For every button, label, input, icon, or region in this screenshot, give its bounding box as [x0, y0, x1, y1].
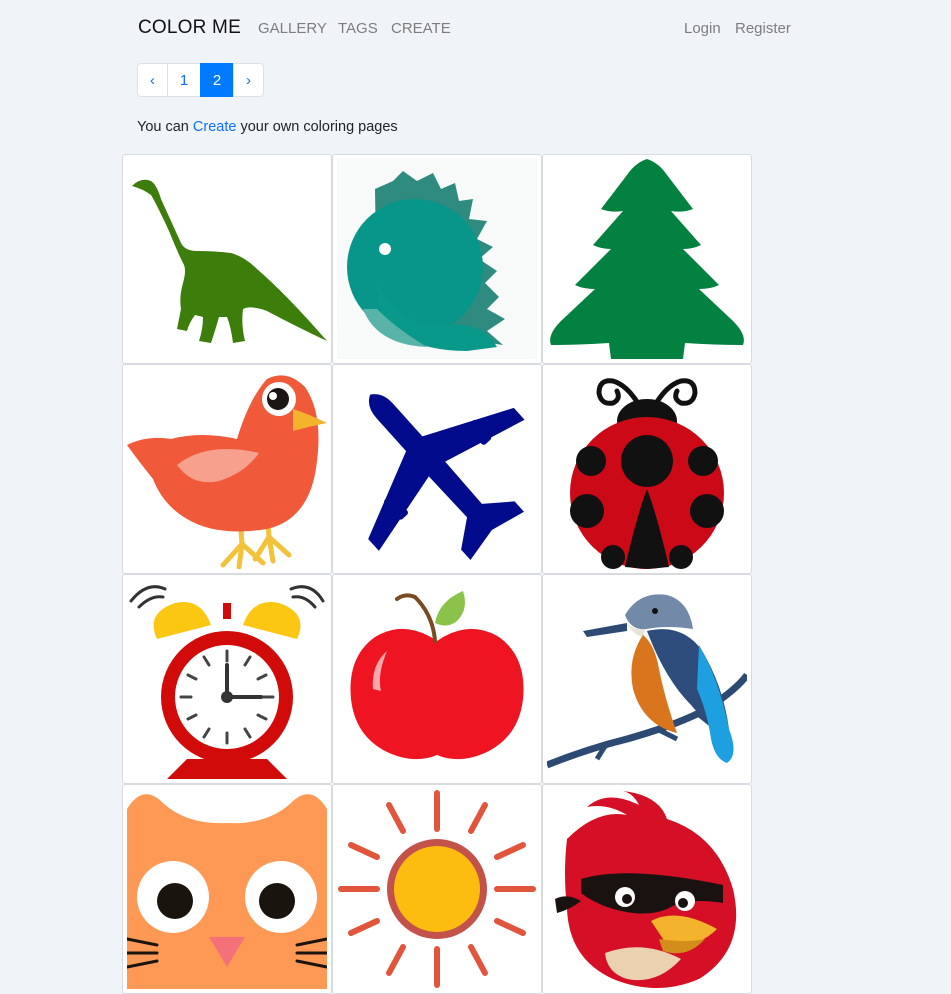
page-next-button[interactable]: › — [233, 63, 264, 97]
ladybug-image — [570, 378, 724, 569]
alarm-clock-image — [129, 585, 325, 779]
gallery-card-airplane[interactable] — [332, 364, 542, 574]
owl-image — [127, 794, 327, 989]
nav-login[interactable]: Login — [684, 20, 721, 37]
nav-gallery[interactable]: GALLERY — [258, 20, 327, 37]
nav-create[interactable]: CREATE — [391, 20, 451, 37]
gallery-card-apple[interactable] — [332, 574, 542, 784]
gallery-grid — [122, 154, 752, 994]
gallery-card-pine-tree[interactable] — [542, 154, 752, 364]
nav-tags[interactable]: TAGS — [338, 20, 378, 37]
gallery-card-sun[interactable] — [332, 784, 542, 994]
page-2-button[interactable]: 2 — [200, 63, 234, 97]
intro-text: You can Create your own coloring pages — [137, 119, 398, 135]
sun-image — [338, 790, 536, 988]
gallery-card-dinosaur[interactable] — [122, 154, 332, 364]
angry-bird-image — [555, 791, 737, 988]
intro-before: You can — [137, 119, 189, 135]
apple-image — [350, 591, 524, 760]
page-1-button[interactable]: 1 — [167, 63, 201, 97]
gallery-card-owl[interactable] — [122, 784, 332, 994]
page-prev-button[interactable]: ‹ — [137, 63, 168, 97]
gallery-card-ladybug[interactable] — [542, 364, 752, 574]
pagination: ‹ 1 2 › — [137, 63, 264, 97]
intro-after: your own coloring pages — [240, 119, 398, 135]
kingfisher-image — [547, 594, 747, 769]
gallery-card-kingfisher[interactable] — [542, 574, 752, 784]
gallery-card-bird[interactable] — [122, 364, 332, 574]
gallery-card-angry-bird[interactable] — [542, 784, 752, 994]
intro-create-link[interactable]: Create — [193, 119, 237, 135]
gallery-card-alarm-clock[interactable] — [122, 574, 332, 784]
navbar: COLOR ME GALLERY TAGS CREATE Login Regis… — [0, 0, 951, 56]
nav-register[interactable]: Register — [735, 20, 791, 37]
airplane-image — [368, 394, 525, 560]
gallery-card-spiky-dinosaur[interactable] — [332, 154, 542, 364]
brand-logo[interactable]: COLOR ME — [138, 17, 241, 39]
pine-tree-image — [550, 159, 744, 359]
bird-image — [127, 375, 327, 569]
spiky-dinosaur-image — [337, 159, 537, 359]
dinosaur-image — [132, 179, 327, 343]
